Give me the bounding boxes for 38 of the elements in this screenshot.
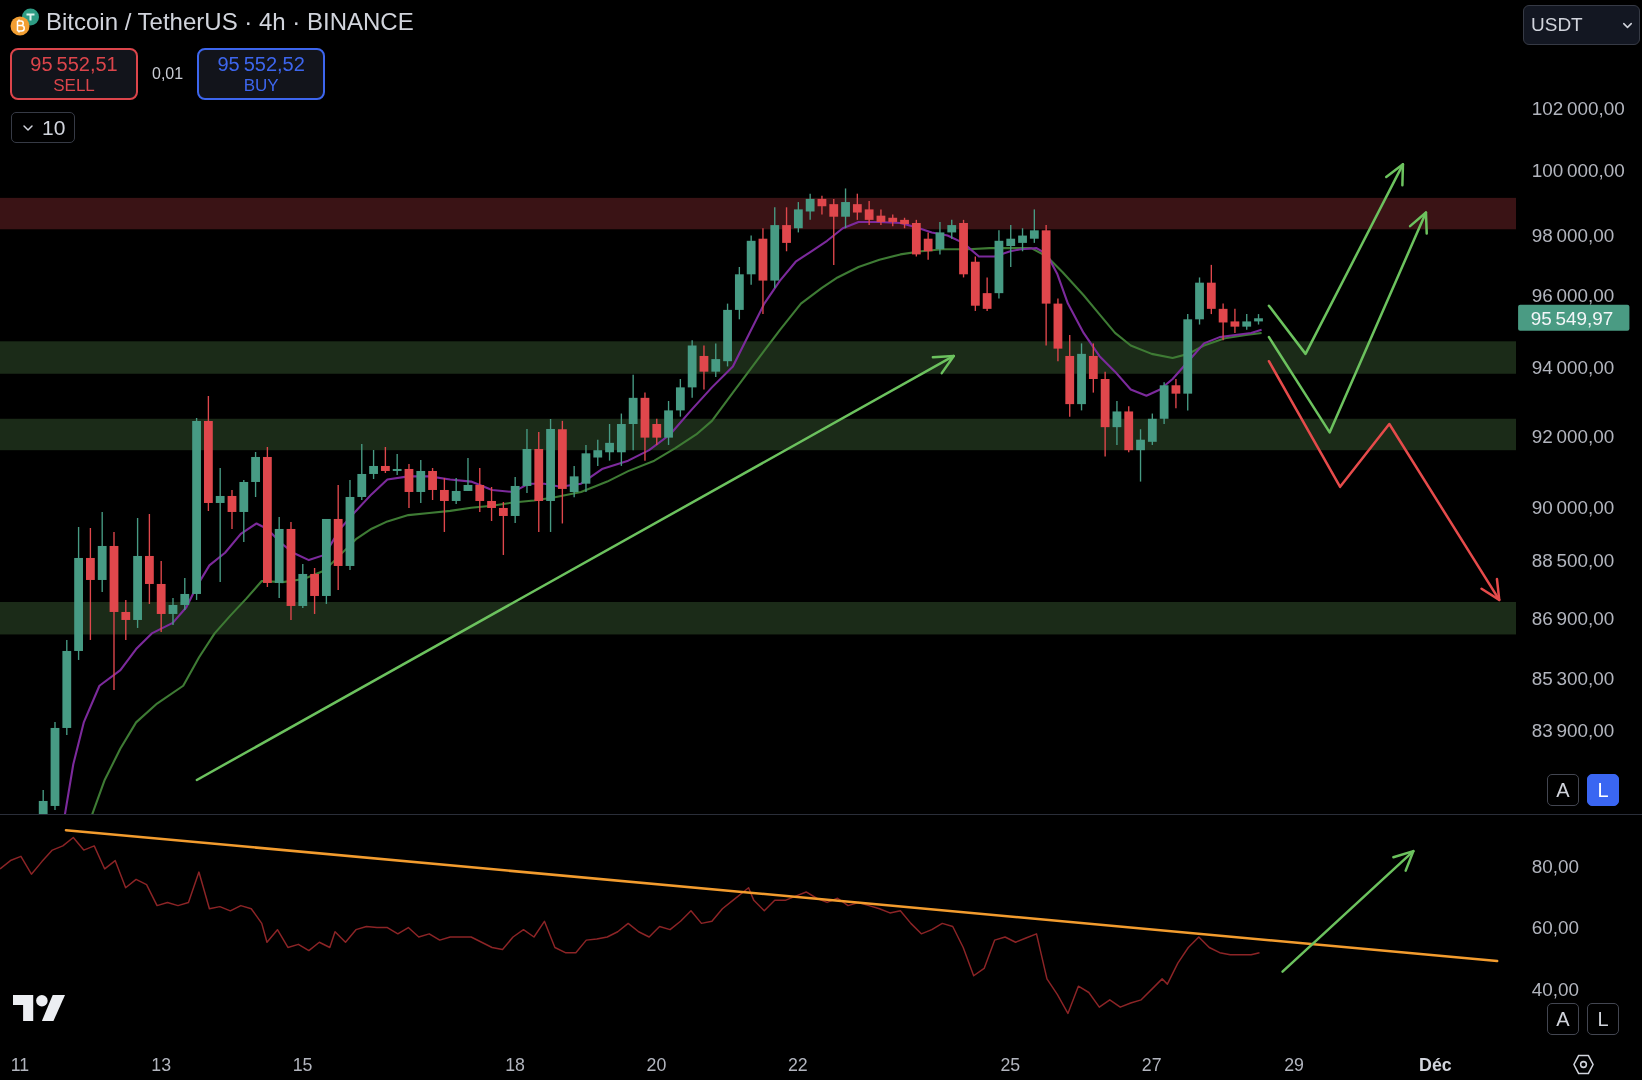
time-axis-label: 15 [292,1055,313,1076]
buy-button[interactable]: 95 552,52 BUY [197,48,326,100]
oscillator-axis-label: 40,00 [1531,978,1579,1000]
sell-button[interactable]: 95 552,51 SELL [10,48,138,100]
time-axis-label: 13 [151,1055,172,1076]
price-axis-label: 83 900,00 [1531,720,1615,742]
price-axis-label: 100 000,00 [1531,159,1625,181]
oscillator-axis-label: 80,00 [1531,856,1579,878]
price-axis-label: 102 000,00 [1531,98,1625,120]
scale-button[interactable]: A [1547,774,1579,806]
time-axis-label: Déc [1419,1055,1452,1076]
price-axis-label: 86 900,00 [1531,608,1615,629]
scale-button[interactable]: A [1547,1003,1579,1035]
oscillator-axis-label: 60,00 [1531,916,1579,938]
bitcoin-icon [10,8,40,36]
time-axis-label: 29 [1284,1055,1304,1076]
time-axis-label: 11 [10,1055,30,1076]
price-axis-label: 88 500,00 [1531,550,1615,572]
time-axis-label: 22 [787,1055,808,1076]
price-axis-label: 94 000,00 [1531,356,1615,378]
currency-dropdown[interactable]: USDT [1523,5,1640,45]
price-axis-label: 96 000,00 [1531,284,1615,306]
quantity-dropdown[interactable]: 10 [11,112,75,143]
price-axis-label: 98 000,00 [1531,224,1615,246]
time-axis-label: 18 [505,1055,525,1076]
current-price-tag: 95 549,97 [1518,304,1630,331]
scale-button[interactable]: L [1587,1003,1619,1035]
time-axis-label: 25 [1000,1055,1021,1076]
scale-button[interactable]: L [1587,774,1619,806]
time-axis-label: 27 [1141,1055,1162,1076]
price-axis-label: 92 000,00 [1531,425,1615,447]
symbol-title: Bitcoin / TetherUS · 4h · BINANCE [46,8,414,36]
settings-icon[interactable] [1572,1052,1595,1076]
logo-icon [13,995,65,1021]
time-axis-label: 20 [646,1055,667,1076]
price-axis-label: 85 300,00 [1531,667,1615,689]
spread-value: 0,01 [152,65,184,83]
price-axis-label: 90 000,00 [1531,497,1615,519]
